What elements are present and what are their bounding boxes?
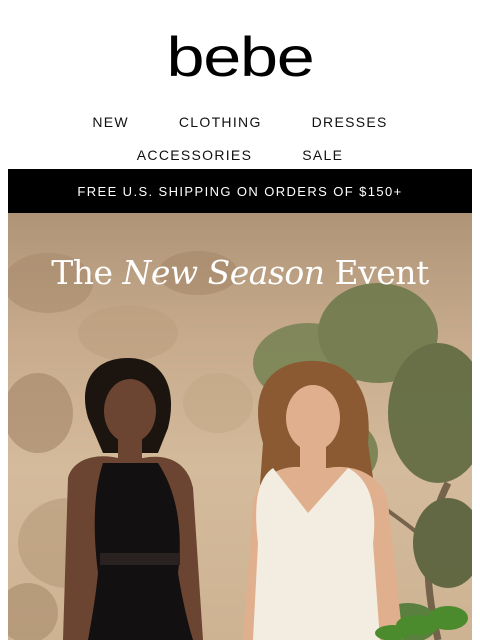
headline-part1: The [51,253,123,292]
free-shipping-text: FREE U.S. SHIPPING ON ORDERS OF $150+ [77,183,403,199]
model-left [63,358,203,640]
headline-part2: Event [324,253,430,292]
bebe-logo[interactable]: bebe [0,22,480,92]
nav-row-primary: NEW CLOTHING DRESSES [0,114,480,130]
nav-new[interactable]: NEW [92,114,129,130]
hero-headline: The New Season Event [8,253,472,292]
nav-sale[interactable]: SALE [302,147,343,163]
email-header: bebe NEW CLOTHING DRESSES ACCESSORIES SA… [0,0,480,170]
headline-italic: New Season [122,253,326,292]
nav-row-secondary: ACCESSORIES SALE [0,147,480,163]
hero-image[interactable]: The New Season Event [8,213,472,640]
nav-dresses[interactable]: DRESSES [312,114,388,130]
nav-clothing[interactable]: CLOTHING [179,114,262,130]
nav-accessories[interactable]: ACCESSORIES [137,147,252,163]
model-right [243,360,403,640]
free-shipping-banner[interactable]: FREE U.S. SHIPPING ON ORDERS OF $150+ [8,169,472,213]
